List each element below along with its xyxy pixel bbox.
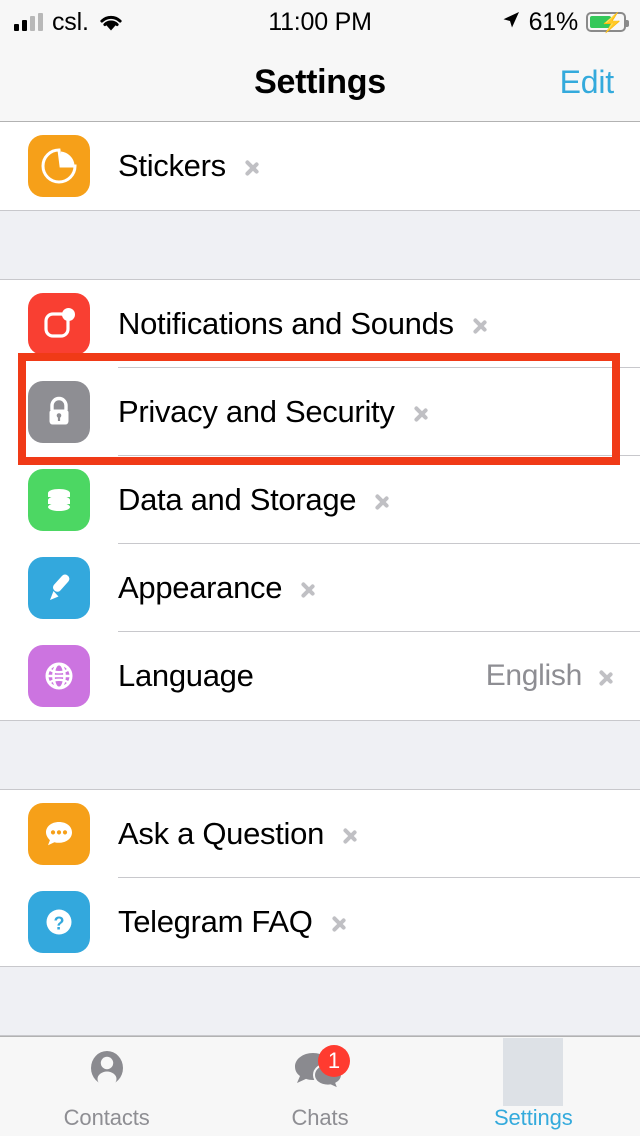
chats-icon: 1 — [284, 1045, 356, 1103]
tab-settings[interactable]: Settings — [427, 1037, 640, 1136]
svg-text:?: ? — [54, 914, 65, 934]
status-bar-right: 61% ⚡ — [501, 0, 629, 44]
location-arrow-icon — [501, 10, 521, 35]
settings-row-label: Data and Storage — [118, 482, 357, 517]
settings-group-2: Notifications and Sounds Privacy and Sec… — [0, 280, 640, 720]
section-gap-2 — [0, 720, 640, 790]
settings-row-privacy-and-security[interactable]: Privacy and Security — [0, 368, 640, 456]
tab-chats[interactable]: 1 Chats — [213, 1037, 426, 1136]
settings-row-label: Language — [118, 658, 254, 693]
chevron-right-icon — [598, 662, 614, 690]
question-mark-icon: ? — [28, 891, 90, 953]
chevron-right-icon — [244, 152, 260, 180]
section-gap-3 — [0, 966, 640, 1036]
clock-label: 11:00 PM — [268, 7, 372, 36]
paintbrush-icon — [28, 557, 90, 619]
settings-row-label: Ask a Question — [118, 816, 325, 851]
settings-row-ask-a-question[interactable]: Ask a Question — [0, 790, 640, 878]
settings-row-value: English — [485, 659, 583, 692]
tab-contacts[interactable]: Contacts — [0, 1037, 213, 1136]
settings-tab-icon — [497, 1038, 569, 1106]
edit-button[interactable]: Edit — [560, 44, 615, 121]
chevron-right-icon — [342, 820, 358, 848]
settings-row-data-and-storage[interactable]: Data and Storage — [0, 456, 640, 544]
settings-row-label: Appearance — [118, 570, 283, 605]
tab-label: Chats — [291, 1105, 349, 1130]
battery-charging-icon: ⚡ — [586, 12, 629, 34]
lock-icon — [28, 381, 90, 443]
tab-label: Contacts — [63, 1105, 150, 1130]
stickers-icon — [28, 135, 90, 197]
phone-screen: csl. 11:00 PM 61% ⚡ Settings Edit Sticke… — [0, 0, 640, 1136]
settings-row-notifications-and-sounds[interactable]: Notifications and Sounds — [0, 280, 640, 368]
database-icon — [28, 469, 90, 531]
settings-row-label: Privacy and Security — [118, 394, 395, 429]
settings-row-appearance[interactable]: Appearance — [0, 544, 640, 632]
chevron-right-icon — [300, 574, 316, 602]
chevron-right-icon — [374, 486, 390, 514]
section-gap-1 — [0, 210, 640, 280]
chevron-right-icon — [413, 398, 429, 426]
page-title: Settings — [254, 63, 386, 101]
settings-row-language[interactable]: Language English — [0, 632, 640, 720]
person-icon — [71, 1047, 143, 1103]
chat-bubble-icon — [28, 803, 90, 865]
chats-badge: 1 — [317, 1045, 350, 1077]
settings-row-telegram-faq[interactable]: ? Telegram FAQ — [0, 878, 640, 966]
settings-row-label: Notifications and Sounds — [118, 306, 454, 341]
tab-label: Settings — [493, 1105, 573, 1130]
chevron-right-icon — [331, 908, 347, 936]
settings-row-stickers[interactable]: Stickers — [0, 122, 640, 210]
settings-group-3: Ask a Question ? Telegram FAQ — [0, 790, 640, 966]
notifications-icon — [28, 293, 90, 355]
battery-percent-label: 61% — [528, 7, 579, 36]
globe-icon — [28, 645, 90, 707]
navigation-bar: Settings Edit — [0, 44, 640, 122]
settings-row-label: Stickers — [118, 148, 226, 183]
settings-list[interactable]: Stickers Notifications and Sounds Privac… — [0, 122, 640, 1036]
status-bar: csl. 11:00 PM 61% ⚡ — [0, 0, 640, 44]
settings-group-1: Stickers — [0, 122, 640, 210]
chevron-right-icon — [472, 310, 488, 338]
settings-row-label: Telegram FAQ — [118, 904, 313, 939]
tab-bar[interactable]: Contacts 1 Chats Settings — [0, 1036, 640, 1136]
